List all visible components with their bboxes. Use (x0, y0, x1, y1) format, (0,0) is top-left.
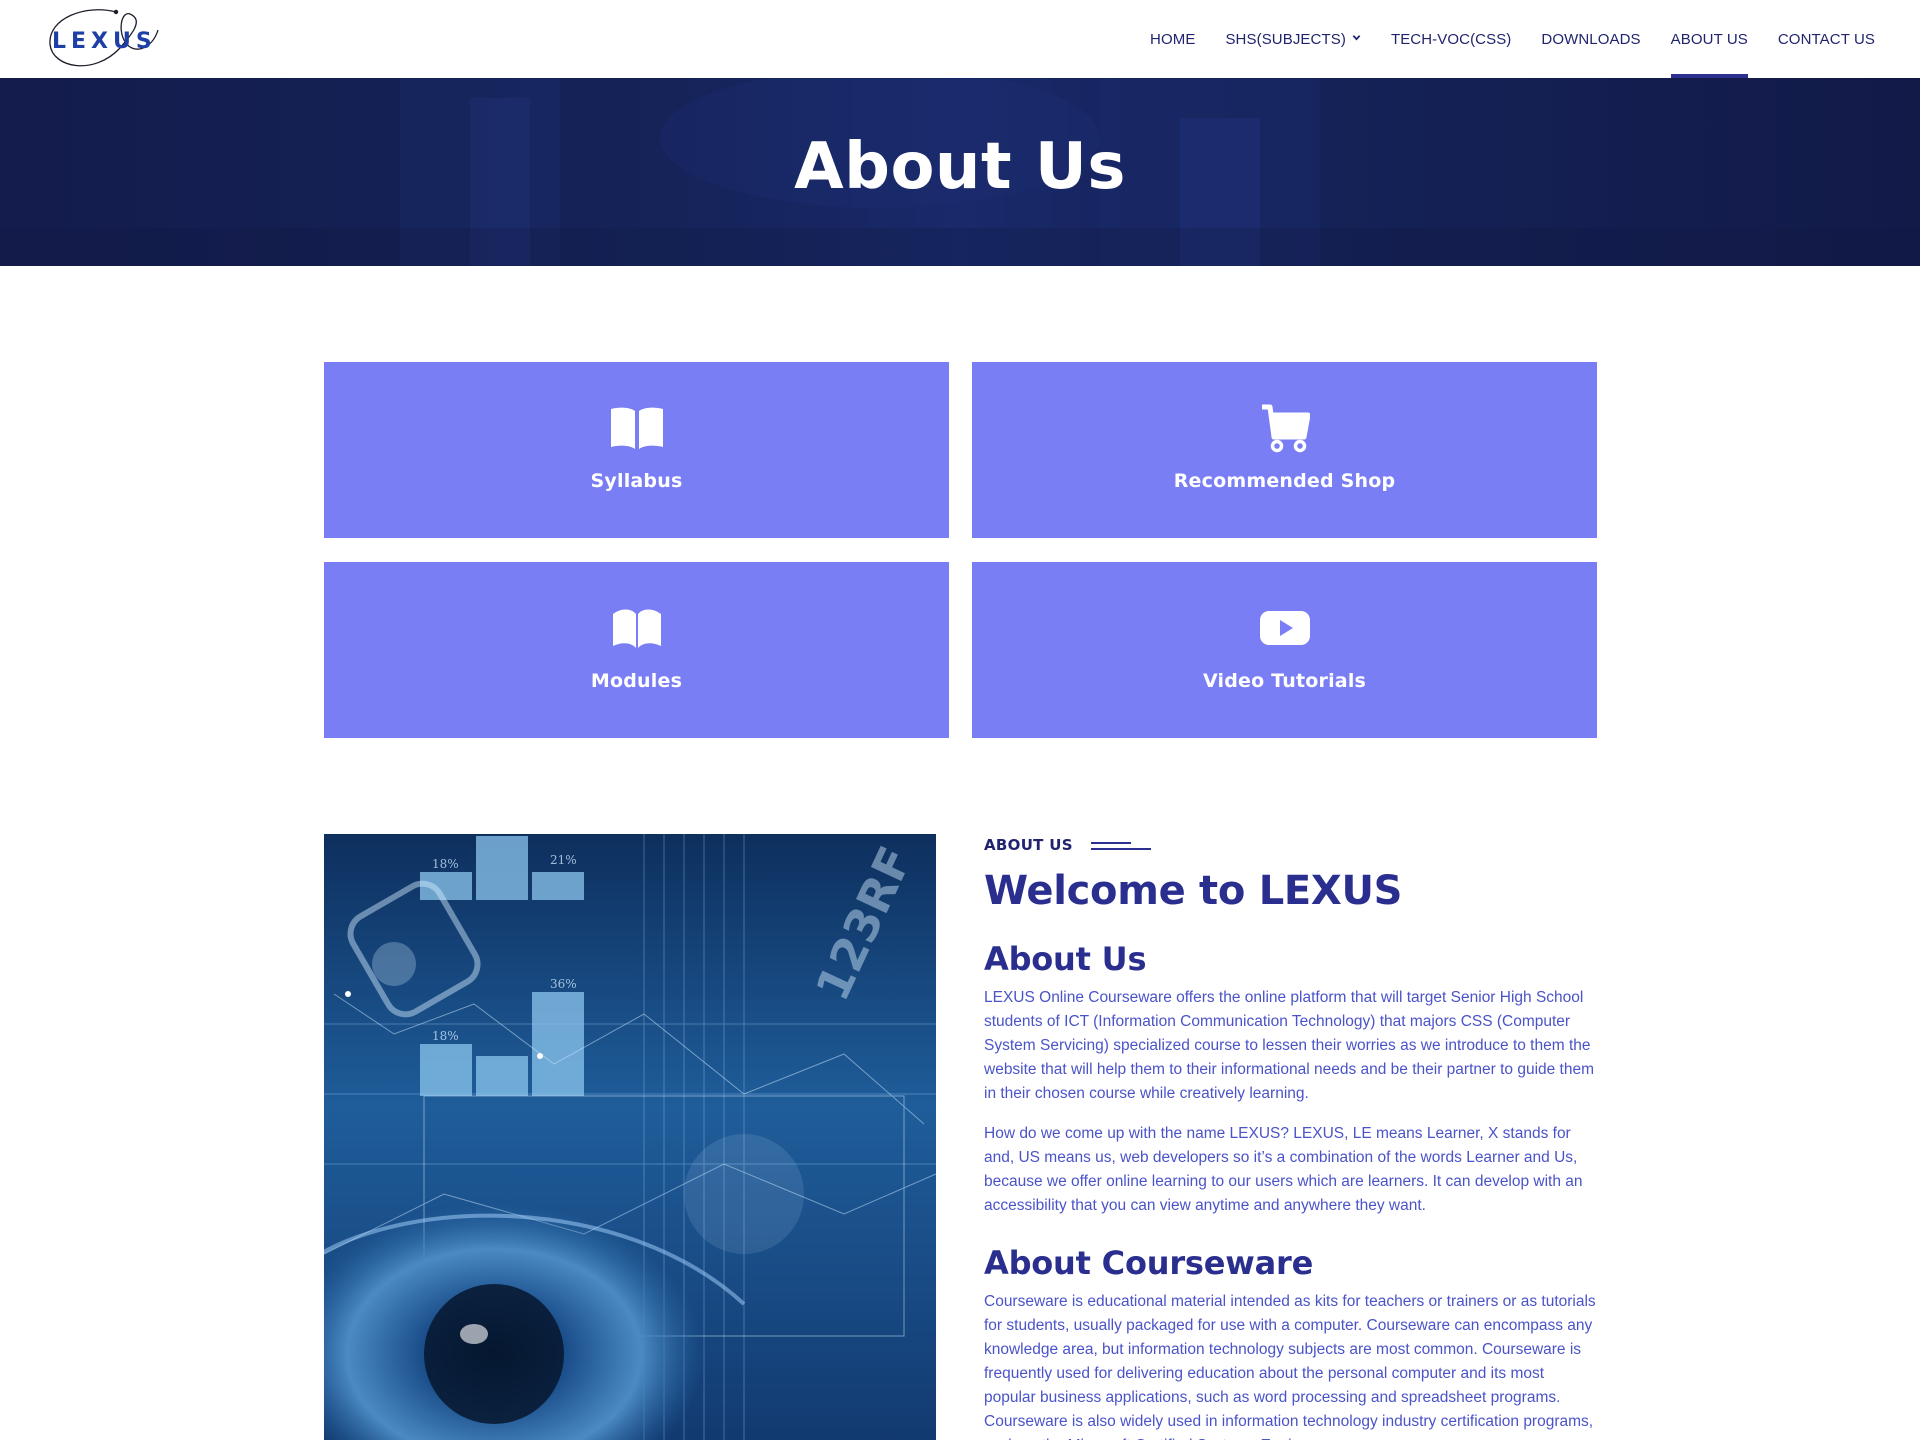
youtube-play-icon (1259, 602, 1311, 654)
card-video-tutorials-label: Video Tutorials (1202, 670, 1367, 692)
open-book-icon (609, 402, 665, 454)
about-courseware-heading: About Courseware (984, 1244, 1314, 1282)
nav-contact-us-label: CONTACT US (1777, 30, 1875, 48)
nav-about-us[interactable]: ABOUT US (1656, 0, 1763, 78)
main-nav: HOME SHS(SUBJECTS) TECH-VOC(CSS) DOWNLOA… (1135, 0, 1890, 78)
card-syllabus-label: Syllabus (590, 470, 683, 492)
image-label-3: 36% (550, 977, 577, 991)
image-label-2: 21% (550, 853, 577, 867)
about-courseware-paragraph: Courseware is educational material inten… (984, 1293, 1596, 1440)
eyebrow-lines-decoration (1090, 839, 1151, 851)
nav-tech-voc-label: TECH-VOC(CSS) (1390, 30, 1512, 48)
section-eyebrow: ABOUT US (984, 834, 1596, 856)
chevron-down-icon (1352, 35, 1361, 41)
image-label-1: 18% (432, 857, 459, 871)
nav-about-us-label: ABOUT US (1670, 30, 1748, 48)
lexus-logo[interactable]: LEXUS (46, 6, 160, 72)
about-image: 18% 21% 36% 18% 123RF (324, 834, 936, 1440)
about-section: ABOUT US Welcome to LEXUS About Us LEXUS… (984, 834, 1596, 1440)
card-modules[interactable]: Modules (324, 562, 949, 738)
nav-home-label: HOME (1150, 30, 1196, 48)
hero-banner: About Us (0, 78, 1920, 266)
nav-contact-us[interactable]: CONTACT US (1763, 0, 1890, 78)
eyebrow-label: ABOUT US (984, 836, 1073, 854)
nav-tech-voc[interactable]: TECH-VOC(CSS) (1376, 0, 1526, 78)
nav-shs-subjects[interactable]: SHS(SUBJECTS) (1210, 0, 1375, 78)
nav-home[interactable]: HOME (1135, 0, 1210, 78)
page-title: About Us (794, 130, 1126, 204)
shopping-cart-icon (1260, 402, 1310, 454)
about-us-paragraph-2: How do we come up with the name LEXUS? L… (984, 1125, 1583, 1214)
about-us-heading: About Us (984, 940, 1147, 978)
about-us-paragraph-1: LEXUS Online Courseware offers the onlin… (984, 989, 1595, 1102)
card-recommended-shop[interactable]: Recommended Shop (972, 362, 1597, 538)
image-label-4: 18% (432, 1029, 459, 1043)
nav-shs-subjects-label: SHS(SUBJECTS) (1225, 30, 1346, 48)
card-syllabus[interactable]: Syllabus (324, 362, 949, 538)
nav-downloads[interactable]: DOWNLOADS (1526, 0, 1655, 78)
card-recommended-shop-label: Recommended Shop (1173, 470, 1396, 492)
card-video-tutorials[interactable]: Video Tutorials (972, 562, 1597, 738)
book-open-icon (611, 602, 663, 654)
nav-downloads-label: DOWNLOADS (1541, 30, 1641, 48)
logo-wordmark: LEXUS (52, 29, 157, 54)
welcome-title: Welcome to LEXUS (984, 868, 1403, 914)
card-modules-label: Modules (590, 670, 683, 692)
site-header: LEXUS HOME SHS(SUBJECTS) TECH-VOC(CSS) D… (0, 0, 1920, 78)
